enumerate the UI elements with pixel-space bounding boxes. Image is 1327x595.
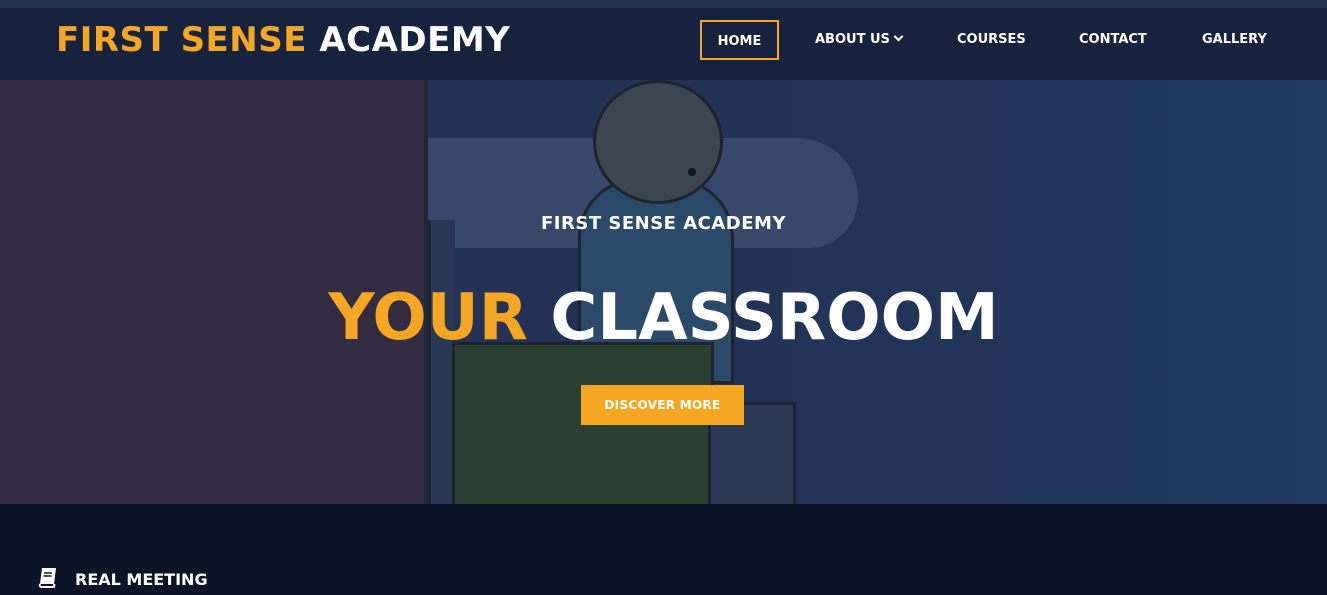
hero-subtitle: FIRST SENSE ACADEMY [541,213,786,234]
hero-title-rest: CLASSROOM [550,281,999,355]
hero-title-accent: YOUR [328,281,529,355]
chevron-down-icon [893,31,904,42]
book-icon [38,568,56,588]
nav-item-label: COURSES [957,32,1026,47]
hero-illustration-pillar [428,220,455,504]
feature-label-real-meeting: REAL MEETING [75,570,208,589]
top-strip [0,0,1327,8]
nav-item-courses[interactable]: COURSES [957,20,1026,60]
page: FIRST SENSE ACADEMY HOME ABOUT US COURSE… [0,0,1327,595]
hero-illustration-eye [688,168,696,176]
features-section: REAL MEETING [0,504,1327,595]
site-header: FIRST SENSE ACADEMY HOME ABOUT US COURSE… [0,8,1327,80]
nav-item-label: ABOUT US [815,32,890,47]
hero-section: FIRST SENSE ACADEMY YOUR CLASSROOM DISCO… [0,80,1327,504]
nav-item-label: HOME [717,34,762,49]
site-logo[interactable]: FIRST SENSE ACADEMY [56,18,510,62]
discover-more-button[interactable]: DISCOVER MORE [581,385,744,425]
nav-item-contact[interactable]: CONTACT [1079,20,1147,60]
nav-item-about-us[interactable]: ABOUT US [815,20,904,60]
hero-title: YOUR CLASSROOM [0,278,1327,358]
nav-item-gallery[interactable]: GALLERY [1202,20,1267,60]
nav-item-label: CONTACT [1079,32,1147,47]
logo-rest-text: ACADEMY [319,20,511,60]
hero-illustration-head [593,80,723,204]
nav-item-home[interactable]: HOME [700,20,779,60]
logo-accent-text: FIRST SENSE [56,20,307,60]
nav-item-label: GALLERY [1202,32,1267,47]
